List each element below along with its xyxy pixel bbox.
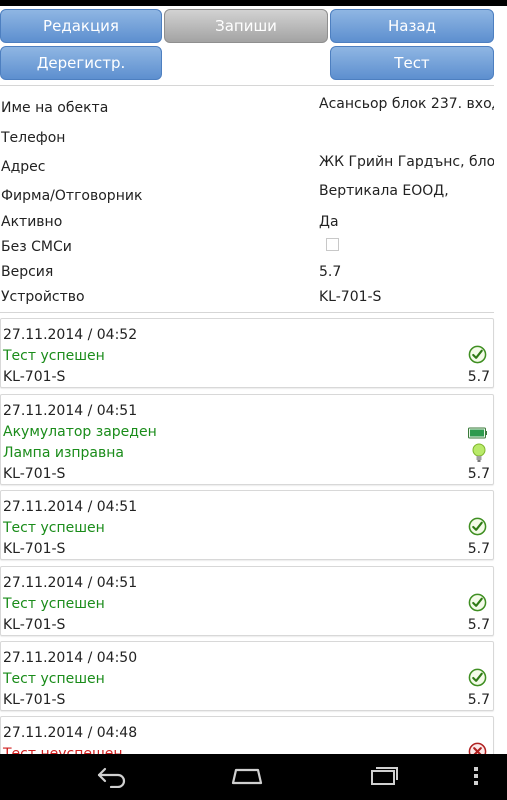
divider <box>0 312 494 313</box>
overflow-menu-icon[interactable] <box>472 766 480 790</box>
deregister-button[interactable]: Дерегистр. <box>0 46 162 80</box>
version-value: 5.7 <box>319 264 342 280</box>
record-card[interactable]: 27.11.2014 / 04:51 Тест успешен KL-701-S… <box>0 490 494 560</box>
check-circle-icon <box>468 517 487 540</box>
active-value: Да <box>319 214 339 230</box>
record-date: 27.11.2014 / 04:50 <box>3 650 138 666</box>
record-card[interactable]: 27.11.2014 / 04:51 Тест успешен KL-701-S… <box>0 566 494 636</box>
record-status: Акумулатор зареден <box>3 424 157 440</box>
record-device: KL-701-S <box>3 692 66 708</box>
version-label: Версия <box>1 264 54 280</box>
battery-icon <box>468 424 487 443</box>
check-circle-icon <box>468 345 487 368</box>
status-bar <box>0 0 507 6</box>
check-circle-icon <box>468 668 487 691</box>
record-status: Тест успешен <box>3 520 105 536</box>
record-device: KL-701-S <box>3 369 66 385</box>
back-button[interactable]: Назад <box>330 9 494 43</box>
record-card[interactable]: 27.11.2014 / 04:50 Тест успешен KL-701-S… <box>0 641 494 711</box>
phone-label: Телефон <box>1 130 66 146</box>
record-version: 5.7 <box>467 541 490 557</box>
active-label: Активно <box>1 214 63 230</box>
edit-button[interactable]: Редакция <box>0 9 162 43</box>
record-date: 27.11.2014 / 04:51 <box>3 575 138 591</box>
test-button[interactable]: Тест <box>330 46 494 80</box>
record-version: 5.7 <box>467 466 490 482</box>
record-device: KL-701-S <box>3 466 66 482</box>
home-icon[interactable] <box>230 764 264 792</box>
record-device: KL-701-S <box>3 617 66 633</box>
check-circle-icon <box>468 593 487 616</box>
record-date: 27.11.2014 / 04:51 <box>3 403 138 419</box>
record-date: 27.11.2014 / 04:48 <box>3 725 138 741</box>
record-status: Тест успешен <box>3 671 105 687</box>
record-version: 5.7 <box>467 692 490 708</box>
divider <box>0 85 494 86</box>
object-name-value: Асансьор блок 237. вход <box>319 96 494 112</box>
record-date: 27.11.2014 / 04:52 <box>3 327 138 343</box>
record-version: 5.7 <box>467 617 490 633</box>
record-card[interactable]: 27.11.2014 / 04:51 Акумулатор зареден Ла… <box>0 394 494 485</box>
back-arrow-icon[interactable] <box>94 764 128 792</box>
company-label: Фирма/Отговорник <box>1 188 143 204</box>
object-name-label: Име на обекта <box>1 100 109 116</box>
records-button[interactable]: Запиши <box>164 9 328 43</box>
recent-apps-icon[interactable] <box>366 764 400 792</box>
record-version: 5.7 <box>467 369 490 385</box>
record-status: Тест успешен <box>3 596 105 612</box>
record-status: Лампа изправна <box>3 445 124 461</box>
navigation-bar <box>0 754 507 800</box>
company-value: Вертикала ЕООД, <box>319 183 449 199</box>
record-card[interactable]: 27.11.2014 / 04:52 Тест успешен KL-701-S… <box>0 318 494 388</box>
record-date: 27.11.2014 / 04:51 <box>3 499 138 515</box>
device-value: KL-701-S <box>319 289 382 305</box>
no-sms-checkbox[interactable] <box>326 238 339 251</box>
no-sms-label: Без СМСи <box>1 239 72 255</box>
lamp-icon <box>471 443 487 467</box>
record-status: Тест успешен <box>3 348 105 364</box>
address-label: Адрес <box>1 159 46 175</box>
record-device: KL-701-S <box>3 541 66 557</box>
address-value: ЖК Грийн Гардънс, блок <box>319 154 494 170</box>
device-label: Устройство <box>1 289 85 305</box>
